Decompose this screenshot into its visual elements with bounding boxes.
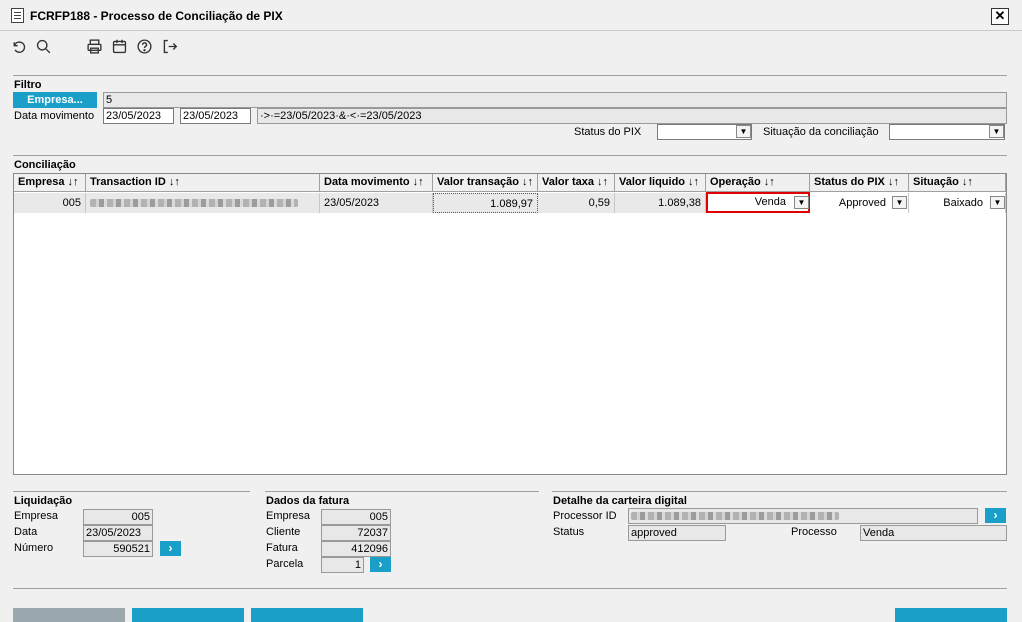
situacao-conciliacao-label: Situação da conciliação bbox=[763, 126, 879, 138]
liq-numero-label: Número bbox=[14, 542, 54, 554]
column-header-situacao[interactable]: Situação ↓↑ bbox=[909, 174, 1006, 192]
conciliacao-divider bbox=[13, 155, 1007, 156]
column-header-empresa[interactable]: Empresa ↓↑ bbox=[14, 174, 86, 192]
chevron-down-icon[interactable]: ▼ bbox=[990, 196, 1005, 209]
help-icon[interactable] bbox=[134, 36, 154, 56]
chevron-down-icon[interactable]: ▼ bbox=[989, 125, 1004, 138]
window-title: FCRFP188 - Processo de Conciliação de PI… bbox=[30, 9, 283, 23]
cell-transaction-id bbox=[86, 193, 320, 213]
column-header-transaction-id[interactable]: Transaction ID ↓↑ bbox=[86, 174, 320, 192]
liq-numero-field: 590521 bbox=[83, 541, 153, 557]
liq-empresa-field: 005 bbox=[83, 509, 153, 525]
undo-icon[interactable] bbox=[8, 36, 28, 56]
fatura-title: Dados da fatura bbox=[266, 495, 350, 507]
processo-label: Processo bbox=[791, 526, 837, 538]
chevron-down-icon[interactable]: ▼ bbox=[794, 196, 809, 209]
processor-id-label: Processor ID bbox=[553, 510, 617, 522]
liquidacao-title: Liquidação bbox=[14, 495, 73, 507]
status-pix-label: Status do PIX bbox=[574, 126, 642, 138]
fat-cliente-label: Cliente bbox=[266, 526, 301, 538]
column-header-valor-taxa[interactable]: Valor taxa ↓↑ bbox=[538, 174, 615, 192]
column-header-valor-transacao[interactable]: Valor transação ↓↑ bbox=[433, 174, 538, 192]
column-header-data-movimento[interactable]: Data movimento ↓↑ bbox=[320, 174, 433, 192]
chevron-down-icon[interactable]: ▼ bbox=[736, 125, 751, 138]
liq-numero-open-button[interactable]: › bbox=[160, 541, 181, 556]
footer-button-4[interactable] bbox=[895, 608, 1007, 622]
liq-data-field: 23/05/2023 bbox=[83, 525, 153, 541]
fatura-divider bbox=[265, 491, 539, 492]
table-row[interactable]: 005 23/05/2023 1.089,97 0,59 1.089,38 Ve… bbox=[14, 192, 1006, 213]
footer-button-1[interactable] bbox=[13, 608, 125, 622]
cell-valor-transacao[interactable]: 1.089,97 bbox=[433, 193, 538, 213]
conciliacao-title: Conciliação bbox=[14, 159, 76, 171]
window-document-icon bbox=[11, 8, 24, 23]
footer-divider bbox=[13, 588, 1007, 589]
processor-id-open-button[interactable]: › bbox=[985, 508, 1006, 523]
print-icon[interactable] bbox=[84, 36, 104, 56]
cell-valor-liquido: 1.089,38 bbox=[615, 193, 706, 213]
processo-field: Venda bbox=[860, 525, 1007, 541]
fat-parcela-label: Parcela bbox=[266, 558, 304, 570]
carteira-title: Detalhe da carteira digital bbox=[553, 495, 687, 507]
liq-empresa-label: Empresa bbox=[14, 510, 59, 522]
fat-parcela-open-button[interactable]: › bbox=[370, 557, 391, 572]
carteira-divider bbox=[552, 491, 1007, 492]
processor-id-field bbox=[628, 508, 978, 524]
situacao-conciliacao-select[interactable] bbox=[889, 124, 1005, 140]
liquidacao-divider bbox=[13, 491, 250, 492]
column-header-operacao[interactable]: Operação ↓↑ bbox=[706, 174, 810, 192]
footer-button-3[interactable] bbox=[251, 608, 363, 622]
empresa-field[interactable]: 5 bbox=[103, 92, 1007, 108]
empresa-button[interactable]: Empresa... bbox=[13, 92, 97, 108]
close-button[interactable]: ✕ bbox=[991, 8, 1009, 25]
carteira-status-field: approved bbox=[628, 525, 726, 541]
column-header-status-pix[interactable]: Status do PIX ↓↑ bbox=[810, 174, 909, 192]
carteira-status-label: Status bbox=[553, 526, 585, 538]
calendar-icon[interactable] bbox=[109, 36, 129, 56]
chevron-down-icon[interactable]: ▼ bbox=[892, 196, 907, 209]
cell-empresa: 005 bbox=[14, 193, 86, 213]
data-expression-field: ·>·=23/05/2023·&·<·=23/05/2023 bbox=[257, 108, 1007, 124]
data-movimento-label: Data movimento bbox=[14, 110, 95, 122]
filtro-divider bbox=[13, 75, 1007, 76]
cell-valor-taxa: 0,59 bbox=[538, 193, 615, 213]
column-header-valor-liquido[interactable]: Valor liquido ↓↑ bbox=[615, 174, 706, 192]
filtro-title: Filtro bbox=[14, 79, 42, 91]
footer-button-2[interactable] bbox=[132, 608, 244, 622]
exit-icon[interactable] bbox=[159, 36, 179, 56]
fat-fatura-label: Fatura bbox=[266, 542, 298, 554]
liq-data-label: Data bbox=[14, 526, 38, 538]
fat-cliente-field: 72037 bbox=[321, 525, 391, 541]
data-fim-field[interactable]: 23/05/2023 bbox=[180, 108, 251, 124]
search-icon[interactable] bbox=[33, 36, 53, 56]
fat-empresa-field: 005 bbox=[321, 509, 391, 525]
cell-data-movimento: 23/05/2023 bbox=[320, 193, 433, 213]
fat-empresa-label: Empresa bbox=[266, 510, 311, 522]
data-inicio-field[interactable]: 23/05/2023 bbox=[103, 108, 174, 124]
fat-fatura-field: 412096 bbox=[321, 541, 391, 557]
conciliacao-grid: Empresa ↓↑ Transaction ID ↓↑ Data movime… bbox=[13, 173, 1007, 475]
fat-parcela-field: 1 bbox=[321, 557, 364, 573]
